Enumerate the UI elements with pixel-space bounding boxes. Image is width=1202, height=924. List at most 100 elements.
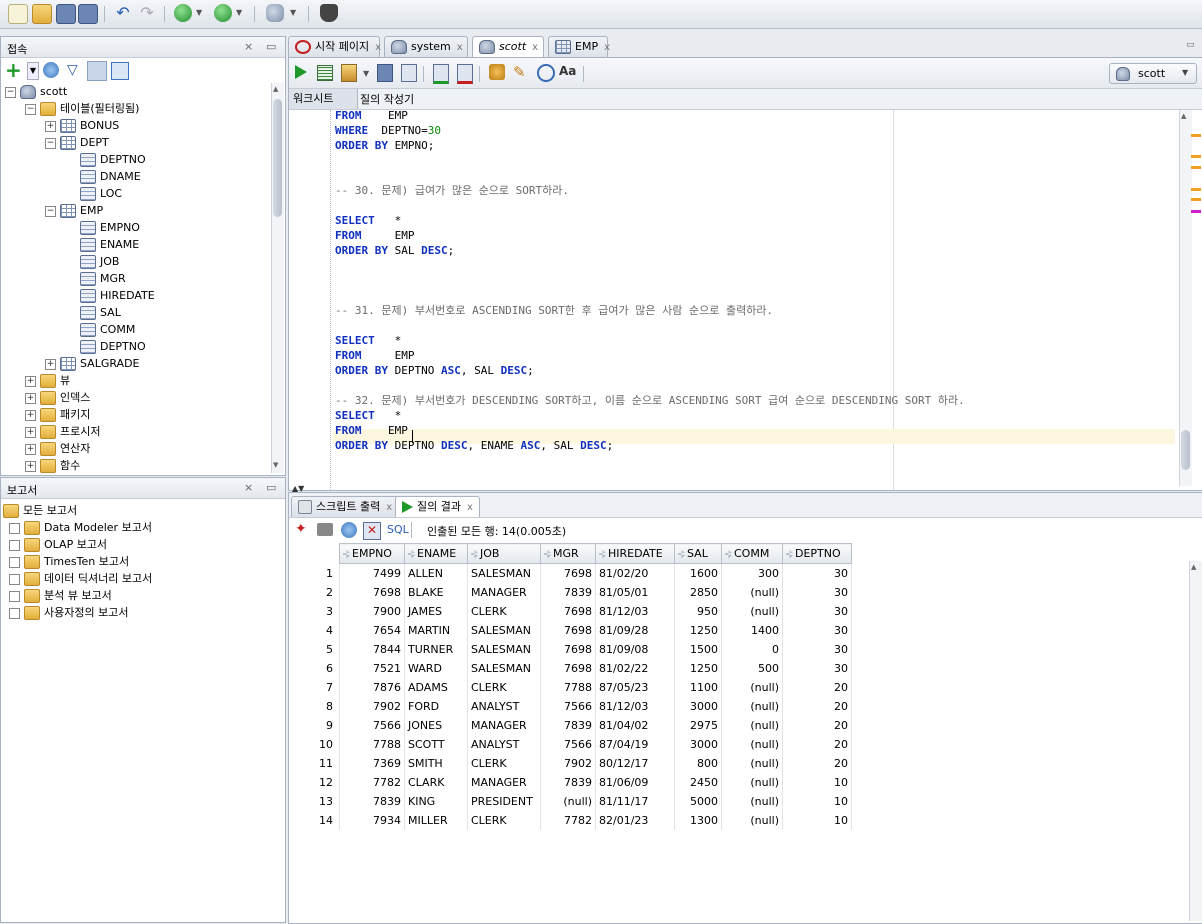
table-row[interactable]: 1 7499 ALLEN SALESMAN 7698 81/02/20 1600 300 30 [289, 563, 852, 583]
tab-editor[interactable]: scott x [472, 36, 544, 57]
expand-icon[interactable]: + [25, 392, 36, 404]
table-cell[interactable]: 3000 [674, 735, 722, 754]
copy-icon[interactable] [111, 62, 129, 80]
sort-icon[interactable] [343, 549, 350, 559]
row-number[interactable]: 2 [289, 583, 340, 602]
tree-node[interactable]: DEPTNO [65, 151, 146, 168]
expand-icon[interactable]: + [25, 443, 36, 455]
row-number[interactable]: 9 [289, 716, 340, 735]
tree-node[interactable]: EMPNO [65, 219, 140, 236]
back-icon[interactable] [174, 4, 192, 22]
table-cell[interactable]: 81/04/02 [595, 716, 675, 735]
table-cell[interactable]: 30 [782, 583, 852, 602]
report-node[interactable]: 분석 뷰 보고서 [9, 587, 112, 604]
close-icon[interactable]: x [375, 42, 381, 53]
row-number[interactable]: 5 [289, 640, 340, 659]
table-cell[interactable]: 7566 [339, 716, 405, 735]
table-cell[interactable]: CLERK [467, 754, 541, 773]
add-dropdown-icon[interactable]: ▼ [27, 62, 39, 80]
table-cell[interactable]: 5000 [674, 792, 722, 811]
table-cell[interactable]: 7902 [540, 754, 596, 773]
column-header[interactable]: ENAME [404, 543, 468, 564]
table-cell[interactable]: 81/02/20 [595, 563, 675, 583]
open-folder-icon[interactable] [32, 4, 52, 24]
expand-icon[interactable] [9, 590, 20, 602]
table-row[interactable]: 3 7900 JAMES CLERK 7698 81/12/03 950 (null) 30 [289, 602, 852, 621]
table-cell[interactable]: JONES [404, 716, 468, 735]
column-header[interactable]: MGR [540, 543, 596, 564]
tree-node[interactable]: JOB [65, 253, 119, 270]
tree-node[interactable]: + 함수 [25, 457, 80, 473]
table-cell[interactable]: (null) [721, 697, 783, 716]
table-cell[interactable]: 30 [782, 563, 852, 583]
tree-node[interactable]: − EMP [45, 202, 103, 219]
table-cell[interactable]: 30 [782, 621, 852, 640]
table-cell[interactable]: 7499 [339, 563, 405, 583]
sort-icon[interactable] [408, 549, 415, 559]
unshared-sql-icon[interactable] [489, 64, 505, 80]
table-cell[interactable]: ANALYST [467, 735, 541, 754]
table-cell[interactable]: 1600 [674, 563, 722, 583]
table-cell[interactable]: 800 [674, 754, 722, 773]
table-row[interactable]: 11 7369 SMITH CLERK 7902 80/12/17 800 (null) 20 [289, 754, 852, 773]
report-node[interactable]: 사용자정의 보고서 [9, 604, 128, 621]
tree-node[interactable]: − 테이블(필터링됨) [25, 100, 139, 117]
redo-icon[interactable]: ↷ [138, 4, 156, 22]
table-cell[interactable]: MILLER [404, 811, 468, 830]
table-cell[interactable]: ADAMS [404, 678, 468, 697]
table-cell[interactable]: 87/04/19 [595, 735, 675, 754]
expand-icon[interactable]: + [25, 426, 36, 438]
marker-warning[interactable] [1191, 198, 1201, 201]
table-cell[interactable]: 87/05/23 [595, 678, 675, 697]
marker-warning[interactable] [1191, 155, 1201, 158]
table-cell[interactable]: CLERK [467, 602, 541, 621]
table-cell[interactable]: KING [404, 792, 468, 811]
table-row[interactable]: 10 7788 SCOTT ANALYST 7566 87/04/19 3000 (null)… [289, 735, 852, 754]
connection-select[interactable]: scott ▼ [1109, 63, 1197, 84]
sql-dropdown-icon[interactable]: ▼ [290, 8, 296, 17]
editor-scrollbar-thumb[interactable] [1181, 430, 1190, 470]
table-cell[interactable]: 7934 [339, 811, 405, 830]
table-cell[interactable]: (null) [721, 792, 783, 811]
row-number[interactable]: 12 [289, 773, 340, 792]
table-cell[interactable]: BLAKE [404, 583, 468, 602]
tree-node[interactable]: SAL [65, 304, 121, 321]
row-number[interactable]: 4 [289, 621, 340, 640]
marker-warning[interactable] [1191, 134, 1201, 137]
table-cell[interactable]: 7698 [540, 621, 596, 640]
tab-query-result[interactable]: 질의 결과 x [395, 496, 480, 517]
table-cell[interactable]: 81/09/28 [595, 621, 675, 640]
tree-node[interactable]: − DEPT [45, 134, 109, 151]
tab-query-builder[interactable]: 질의 작성기 [360, 89, 414, 109]
table-row[interactable]: 13 7839 KING PRESIDENT (null) 81/11/17 5000 (nu… [289, 792, 852, 811]
table-cell[interactable]: 7654 [339, 621, 405, 640]
sql-worksheet-icon[interactable] [266, 4, 284, 22]
table-cell[interactable]: TURNER [404, 640, 468, 659]
tree-node[interactable]: MGR [65, 270, 126, 287]
table-cell[interactable]: 81/05/01 [595, 583, 675, 602]
table-cell[interactable]: 10 [782, 792, 852, 811]
table-cell[interactable]: SALESMAN [467, 621, 541, 640]
back-dropdown-icon[interactable]: ▼ [196, 8, 202, 17]
table-cell[interactable]: (null) [721, 811, 783, 830]
table-cell[interactable]: 7788 [339, 735, 405, 754]
expand-icon[interactable] [9, 573, 20, 585]
tree-node[interactable]: DNAME [65, 168, 141, 185]
column-header[interactable]: JOB [467, 543, 541, 564]
forward-dropdown-icon[interactable]: ▼ [236, 8, 242, 17]
tree-node[interactable]: LOC [65, 185, 122, 202]
table-cell[interactable]: SCOTT [404, 735, 468, 754]
save-icon[interactable] [56, 4, 76, 24]
table-cell[interactable]: (null) [721, 754, 783, 773]
table-cell[interactable]: 30 [782, 659, 852, 678]
table-cell[interactable]: MARTIN [404, 621, 468, 640]
expand-icon[interactable] [9, 556, 20, 568]
close-icon[interactable]: x [467, 502, 473, 513]
table-row[interactable]: 7 7876 ADAMS CLERK 7788 87/05/23 1100 (null) 20 [289, 678, 852, 697]
table-cell[interactable]: CLERK [467, 678, 541, 697]
column-header[interactable]: COMM [721, 543, 783, 564]
expand-icon[interactable]: + [45, 358, 56, 370]
tree-node[interactable]: ENAME [65, 236, 139, 253]
table-cell[interactable]: CLERK [467, 811, 541, 830]
table-cell[interactable]: 7876 [339, 678, 405, 697]
